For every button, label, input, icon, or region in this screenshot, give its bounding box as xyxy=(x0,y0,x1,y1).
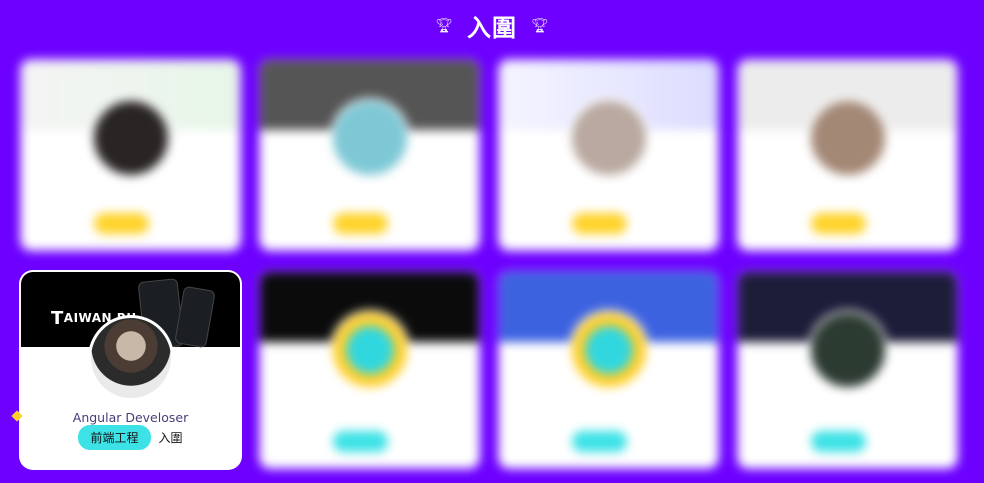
avatar xyxy=(329,98,410,178)
chip-row xyxy=(499,431,718,452)
finalist-grid: TAIWAN BU Angular Develoser 前端工程 入圍 xyxy=(21,60,957,468)
role-chip xyxy=(332,213,388,234)
status-text xyxy=(874,217,885,230)
avatar xyxy=(807,310,888,390)
chip-row xyxy=(499,213,718,234)
role-chip xyxy=(810,213,866,234)
finalist-card[interactable] xyxy=(738,272,957,468)
section-title: 入圍 xyxy=(467,14,517,42)
phone-mockup xyxy=(174,285,216,349)
section-header: 🏆︎ 入圍 🏆︎ xyxy=(0,8,984,43)
card-tagline: Angular Develoser xyxy=(72,410,189,425)
avatar xyxy=(329,310,410,390)
avatar xyxy=(807,98,888,178)
finalist-card[interactable] xyxy=(260,272,479,468)
chip-row xyxy=(260,213,479,234)
chip-row: 前端工程 入圍 xyxy=(21,425,240,450)
chip-row xyxy=(738,431,957,452)
role-chip: 前端工程 xyxy=(78,425,151,450)
status-text: 入圍 xyxy=(158,431,183,445)
role-chip xyxy=(571,431,627,452)
status-text xyxy=(635,435,646,448)
finalist-card[interactable] xyxy=(260,60,479,250)
status-text xyxy=(635,217,646,230)
chip-row xyxy=(738,213,957,234)
trophy-icon: 🏆︎ xyxy=(531,17,549,34)
role-chip xyxy=(571,213,627,234)
status-text xyxy=(874,435,885,448)
finalist-card[interactable] xyxy=(499,60,718,250)
finalist-card[interactable] xyxy=(738,60,957,250)
chip-row xyxy=(21,213,240,234)
role-chip xyxy=(810,431,866,452)
avatar xyxy=(90,98,171,178)
status-text xyxy=(396,435,407,448)
finalist-card-focused[interactable]: TAIWAN BU Angular Develoser 前端工程 入圍 xyxy=(21,272,240,468)
finalist-card[interactable] xyxy=(21,60,240,250)
status-text xyxy=(157,217,168,230)
avatar xyxy=(87,315,174,401)
status-text xyxy=(396,217,407,230)
chip-row xyxy=(260,431,479,452)
avatar xyxy=(568,310,649,390)
trophy-icon: 🏆︎ xyxy=(435,17,453,34)
finalist-card[interactable] xyxy=(499,272,718,468)
role-chip xyxy=(93,213,149,234)
avatar xyxy=(568,98,649,178)
role-chip xyxy=(332,431,388,452)
